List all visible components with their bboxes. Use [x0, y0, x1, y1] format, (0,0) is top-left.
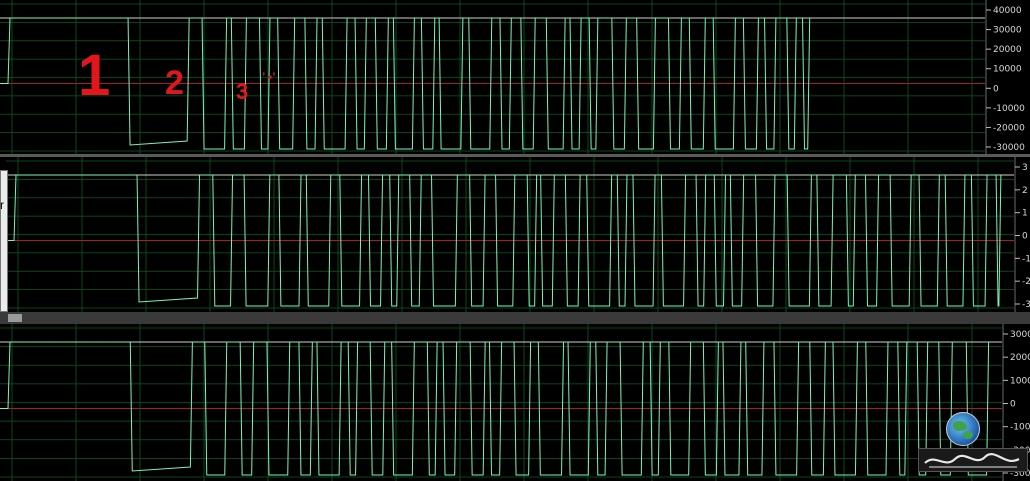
globe-icon: [946, 412, 980, 446]
y-tick-label: 30000: [1010, 330, 1030, 340]
y-tick-label: -10000: [1010, 423, 1030, 433]
left-toolbar-fragment[interactable]: [0, 170, 8, 312]
y-tick-label: -30000: [993, 143, 1025, 153]
y-tick-label: 0: [1022, 232, 1028, 242]
waveform-chart-3: 3000020000100000-10000-20000-30000: [0, 324, 1030, 481]
waveform-panel-3[interactable]: 3000020000100000-10000-20000-30000: [0, 324, 1030, 481]
y-tick-label: -1: [1022, 254, 1030, 264]
y-tick-label: 0: [993, 84, 999, 94]
scroll-handle[interactable]: [8, 314, 22, 322]
y-tick-label: 20000: [993, 45, 1022, 55]
y-tick-label: -10000: [993, 104, 1025, 114]
y-tick-label: -3: [1022, 300, 1030, 310]
annotation-mark-2: 2: [165, 64, 184, 102]
y-tick-label: 3: [1022, 163, 1028, 173]
waveform-panel-2[interactable]: 3 2 1 0 -1 -2 -3: [6, 157, 1030, 312]
logo-script-shape: [924, 453, 1020, 468]
logo-script: [918, 448, 1028, 472]
y-tick-label: 10000: [993, 65, 1022, 75]
grid: [6, 157, 1014, 312]
panel-divider-2[interactable]: [0, 312, 1030, 324]
y-tick-label: 20000: [1010, 353, 1030, 363]
annotation-dots: ’ •’: [262, 70, 276, 84]
annotation-mark-1: 1: [78, 43, 111, 108]
y-tick-label: 30000: [993, 26, 1022, 36]
y-tick-label: 10000: [1010, 376, 1030, 386]
left-toolbar-label: r: [0, 198, 4, 212]
y-tick-label: -20000: [993, 123, 1025, 133]
y-tick-label: -2: [1022, 277, 1030, 287]
grid: [0, 0, 985, 155]
y-axis: 3 2 1 0 -1 -2 -3: [1014, 157, 1030, 312]
waveform-chart-2: 3 2 1 0 -1 -2 -3: [6, 157, 1030, 312]
waveform-panel-1[interactable]: 40000 30000 20000 10000 0 -10000 -20000 -30000: [0, 0, 1030, 155]
annotation-mark-3: 3: [236, 79, 249, 104]
y-tick-label: 2: [1022, 186, 1028, 196]
y-tick-label: 1: [1022, 209, 1028, 219]
y-tick-label: 40000: [993, 6, 1022, 16]
y-tick-label: 0: [1010, 400, 1016, 410]
waveform-chart-1: 40000 30000 20000 10000 0 -10000 -20000 -30000: [0, 0, 1030, 155]
y-axis: 40000 30000 20000 10000 0 -10000 -20000 -30000: [985, 0, 1030, 155]
